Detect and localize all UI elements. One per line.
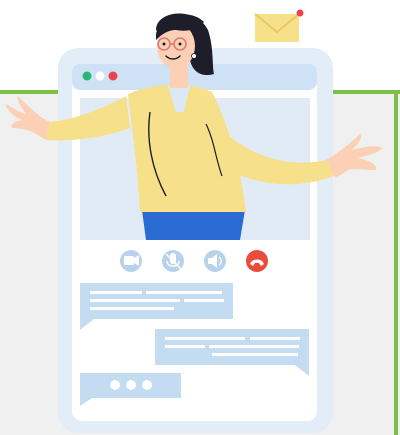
video-call-illustration [0, 0, 400, 435]
chat-line [90, 307, 174, 310]
neck [170, 66, 188, 88]
chat-line [184, 299, 224, 302]
dot-green-icon [82, 71, 92, 81]
typing-dots-icon [110, 380, 152, 390]
illustration-canvas [0, 9, 400, 435]
end-call-button[interactable] [246, 250, 268, 272]
chat-line [212, 353, 298, 356]
chat-line [165, 337, 245, 340]
video-camera-button[interactable] [120, 250, 142, 272]
speaker-button[interactable] [204, 250, 226, 272]
microphone-button[interactable] [162, 250, 184, 272]
earring [191, 53, 197, 59]
chat-line [165, 345, 205, 348]
chat-line [90, 299, 180, 302]
dot-red-icon [108, 71, 118, 81]
video-camera-icon [124, 256, 134, 265]
eye-right [178, 42, 182, 46]
notification-dot [296, 9, 304, 17]
chat-line [146, 291, 222, 294]
chat-line [250, 337, 300, 340]
eye-left [162, 42, 166, 46]
envelope-icon[interactable] [254, 9, 304, 43]
green-border-right [394, 90, 398, 435]
dot-white-icon [95, 71, 105, 81]
pants [142, 210, 245, 240]
chat-line [90, 291, 142, 294]
chat-line [209, 345, 299, 348]
